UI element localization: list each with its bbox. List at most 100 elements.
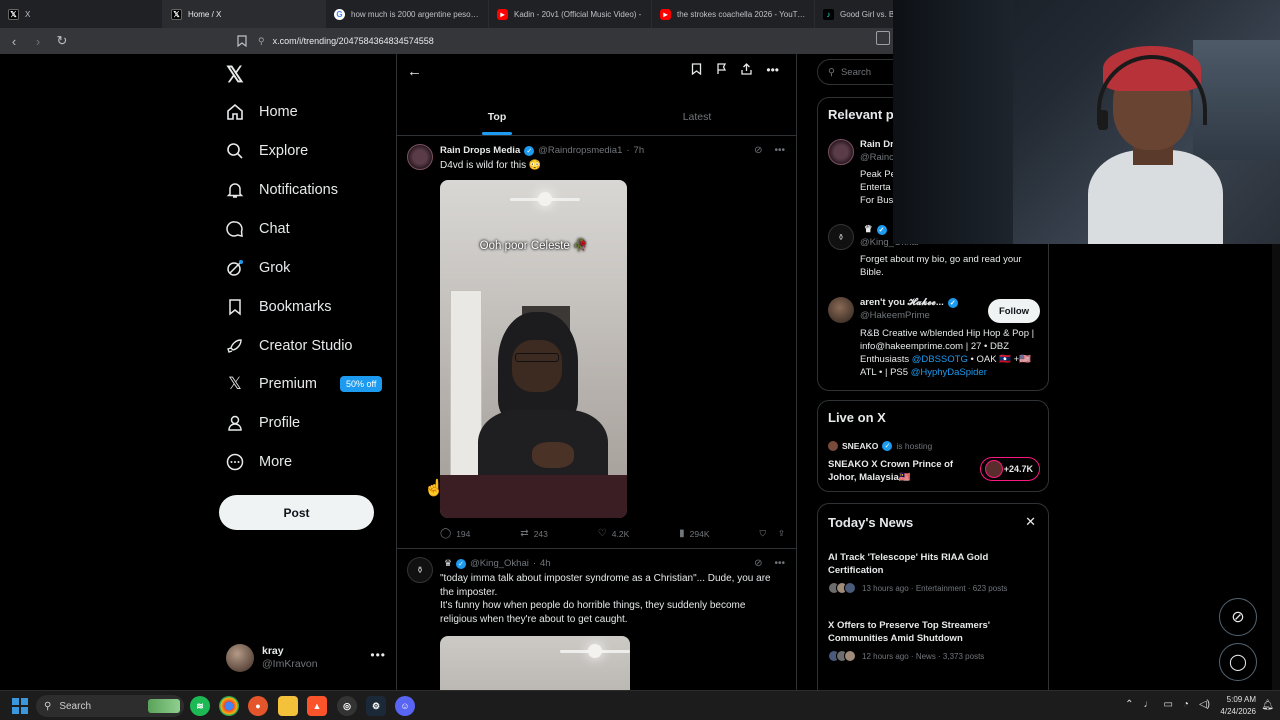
grok-icon[interactable]: ⊘ — [754, 558, 762, 569]
nav-item-chat[interactable]: Chat — [226, 215, 290, 243]
spotify-icon[interactable]: ≋ — [190, 696, 210, 716]
taskbar-search-label: Search — [59, 700, 92, 712]
grok-icon[interactable]: ⊘ — [754, 145, 762, 156]
news-item[interactable]: AI Track 'Telescope' Hits RIAA Gold Cert… — [828, 551, 1040, 594]
bookmark-icon[interactable] — [691, 63, 702, 78]
back-icon[interactable]: ‹ — [4, 31, 24, 51]
relevant-person[interactable]: aren't you 𝓗𝓪𝓴𝓮𝓮... ✓ @HakeemPrime Follow… — [828, 297, 1040, 382]
steam-icon[interactable]: ⚙ — [366, 696, 386, 716]
discord-icon[interactable]: ☺ — [395, 696, 415, 716]
network-icon[interactable]: ◔ — [1183, 699, 1189, 710]
bookmark-icon[interactable]: ⛉ — [759, 528, 765, 539]
post-button[interactable]: Post — [219, 495, 374, 530]
nav-label: Home — [259, 104, 298, 120]
post-video[interactable]: Ooh poor Celeste 🥀 — [440, 180, 627, 518]
more-dots-icon[interactable]: ••• — [766, 63, 779, 78]
bookmark-page-icon[interactable] — [232, 31, 252, 51]
tab-top[interactable]: Top — [397, 98, 597, 135]
nav-item-notifications[interactable]: Notifications — [226, 176, 338, 204]
nav-label: Chat — [259, 221, 290, 237]
reply-button[interactable]: ◯ 194 — [440, 528, 470, 539]
monitor-icon[interactable]: ▭ — [1163, 699, 1172, 710]
scrollbar[interactable] — [1272, 244, 1280, 690]
like-button[interactable]: ♡ 4.2K — [598, 528, 629, 539]
account-switcher[interactable]: kray @ImKravon ••• — [226, 642, 386, 674]
taskbar-clock[interactable]: 5:09 AM 4/24/2026 — [1220, 694, 1256, 718]
forward-icon[interactable]: › — [28, 31, 48, 51]
avatar[interactable]: ⚱ — [407, 557, 433, 583]
nav-item-more[interactable]: More — [226, 448, 292, 476]
brave-icon[interactable]: ▲ — [307, 696, 327, 716]
live-space-title[interactable]: SNEAKO X Crown Prince of Johor, Malaysia… — [828, 458, 968, 484]
browser-tab[interactable]: Ghow much is 2000 argentine pesos in — [326, 0, 489, 28]
back-arrow-icon[interactable]: ← — [407, 63, 422, 80]
avatar[interactable] — [828, 297, 854, 323]
avatar[interactable]: ⚱ — [828, 224, 854, 250]
post-text: D4vd is wild for this 😳 — [440, 160, 542, 171]
post[interactable]: ⚱ ♛ ✓ @King_Okhai · 4h ⊘ ••• "today imma… — [397, 549, 796, 690]
side-panel-icon[interactable] — [876, 31, 890, 45]
live-host[interactable]: SNEAKO ✓ is hosting — [828, 441, 932, 451]
live-listeners-badge[interactable]: +24.7K — [980, 457, 1040, 481]
person-name[interactable]: Rain Dr — [860, 139, 894, 150]
x-logo-icon: 𝕏 — [171, 8, 182, 20]
browser-tab[interactable]: ▸ Kadin - 20v1 (Official Music Video) - — [489, 0, 652, 28]
nav-item-premium[interactable]: 𝕏 Premium 50% off — [226, 370, 383, 398]
post-author-name[interactable]: Rain Drops Media — [440, 145, 520, 156]
views-button[interactable]: ▮ 294K — [679, 528, 709, 539]
url-field[interactable]: ⚲ x.com/i/trending/2047584364834574558 — [252, 31, 434, 51]
nav-item-creator-studio[interactable]: Creator Studio — [226, 332, 353, 360]
flag-icon[interactable] — [716, 63, 727, 78]
windows-start-icon[interactable] — [12, 698, 28, 714]
nav-label: More — [259, 454, 293, 470]
bio-mention-link[interactable]: @HyphyDaSpider — [911, 367, 987, 378]
post-video[interactable] — [440, 636, 630, 690]
nav-item-explore[interactable]: Explore — [226, 137, 308, 165]
chevron-up-icon[interactable]: ⌃ — [1125, 699, 1133, 710]
more-dots-icon[interactable]: ••• — [774, 145, 785, 156]
post-time[interactable]: 4h — [540, 558, 551, 569]
obs-icon[interactable]: ◎ — [337, 696, 357, 716]
chrome-icon[interactable] — [219, 696, 239, 716]
repost-button[interactable]: ⇄ 243 — [520, 528, 548, 539]
grok-float-button[interactable]: ⊘ — [1219, 598, 1257, 636]
post-author-handle[interactable]: @Raindropsmedia1 — [538, 145, 622, 156]
follow-button[interactable]: Follow — [988, 299, 1040, 323]
chat-float-button[interactable]: ◯ — [1219, 643, 1257, 681]
tab-latest[interactable]: Latest — [597, 98, 796, 135]
share-icon[interactable]: ⇪ — [778, 528, 785, 539]
person-name[interactable]: ♛ ✓ — [860, 224, 887, 235]
post[interactable]: Rain Drops Media ✓ @Raindropsmedia1 · 7h… — [397, 136, 796, 549]
nav-item-profile[interactable]: Profile — [226, 409, 300, 437]
more-dots-icon[interactable]: ••• — [774, 558, 785, 569]
share-icon[interactable] — [741, 63, 753, 78]
browser-tab[interactable]: 𝕏X — [0, 0, 163, 28]
nav-label: Bookmarks — [259, 299, 332, 315]
avatar[interactable] — [407, 144, 433, 170]
nav-item-grok[interactable]: Grok — [226, 254, 290, 282]
x-logo-icon[interactable]: 𝕏 — [226, 62, 244, 88]
nav-item-home[interactable]: Home — [226, 98, 298, 126]
notification-bell-icon[interactable]: 🔔︎ — [1261, 700, 1274, 711]
site-info-icon[interactable]: ⚲ — [258, 36, 265, 47]
microphone-icon[interactable]: ♩ — [1143, 699, 1153, 710]
ceiling-fan — [510, 188, 580, 210]
verified-badge-icon: ✓ — [947, 297, 958, 308]
close-icon[interactable]: ✕ — [1025, 514, 1036, 530]
folder-icon[interactable] — [278, 696, 298, 716]
reload-icon[interactable]: ↻ — [52, 31, 72, 51]
post-time[interactable]: 7h — [634, 145, 645, 156]
browser-tab[interactable]: ▸ the strokes coachella 2026 - YouTub — [652, 0, 815, 28]
bio-mention-link[interactable]: @DBSSOTG — [912, 354, 968, 365]
avatar[interactable] — [828, 139, 854, 165]
volume-icon[interactable]: ◁) — [1199, 699, 1210, 710]
post-author-handle[interactable]: @King_Okhai — [470, 558, 529, 569]
browser-tab-active[interactable]: 𝕏 Home / X — [163, 0, 326, 28]
app-icon[interactable]: ● — [248, 696, 268, 716]
taskbar-search[interactable]: ⚲ Search — [36, 695, 184, 717]
more-dots-icon[interactable]: ••• — [370, 648, 386, 662]
nav-item-bookmarks[interactable]: Bookmarks — [226, 293, 332, 321]
news-item[interactable]: X Offers to Preserve Top Streamers' Comm… — [828, 619, 1040, 662]
person-name[interactable]: aren't you 𝓗𝓪𝓴𝓮𝓮... ✓ — [860, 297, 958, 308]
host-name: SNEAKO — [842, 441, 879, 451]
